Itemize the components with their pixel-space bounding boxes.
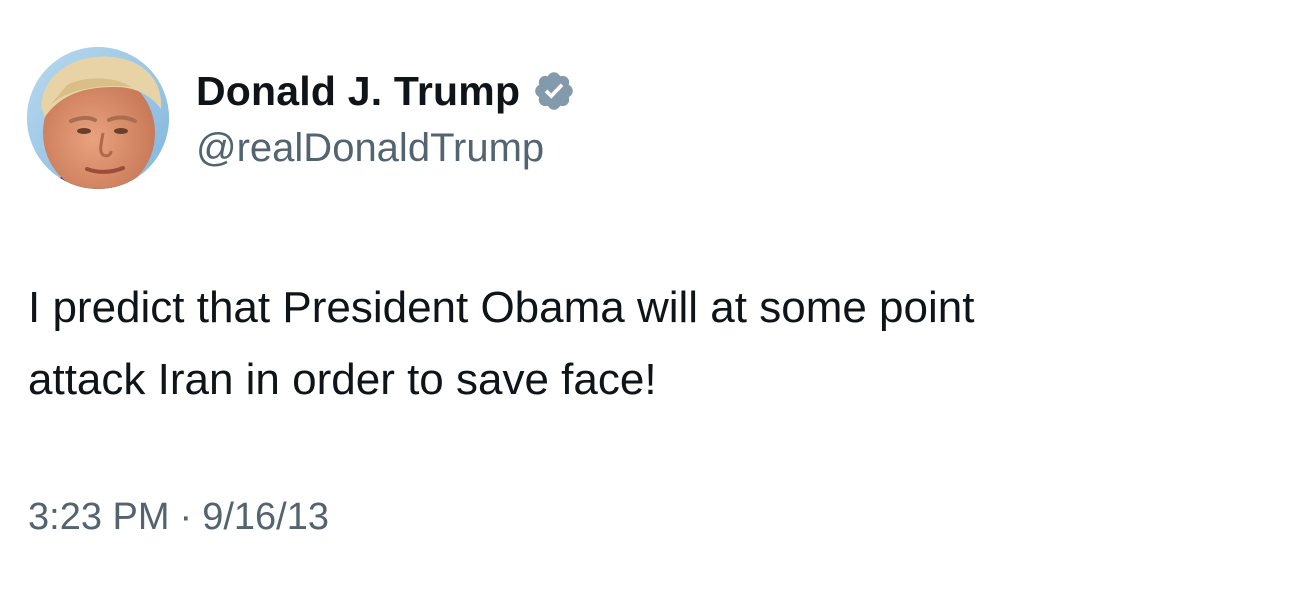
verified-badge-icon xyxy=(532,69,576,113)
tweet-text-line: I predict that President Obama will at s… xyxy=(28,283,975,332)
tweet-card: Donald J. Trump @realDonaldTrump I predi… xyxy=(0,0,1290,590)
tweet-text: I predict that President Obama will at s… xyxy=(28,272,1268,416)
avatar[interactable] xyxy=(27,47,169,189)
author-display-name[interactable]: Donald J. Trump xyxy=(196,68,520,115)
meta-separator: · xyxy=(179,496,193,538)
author-name-row[interactable]: Donald J. Trump xyxy=(196,66,576,116)
author-handle[interactable]: @realDonaldTrump xyxy=(196,126,544,171)
tweet-text-line: attack Iran in order to save face! xyxy=(28,355,657,404)
tweet-date: 9/16/13 xyxy=(202,496,329,538)
avatar-photo xyxy=(27,47,169,189)
tweet-time: 3:23 PM xyxy=(28,496,170,538)
tweet-timestamp[interactable]: 3:23 PM · 9/16/13 xyxy=(28,496,329,539)
